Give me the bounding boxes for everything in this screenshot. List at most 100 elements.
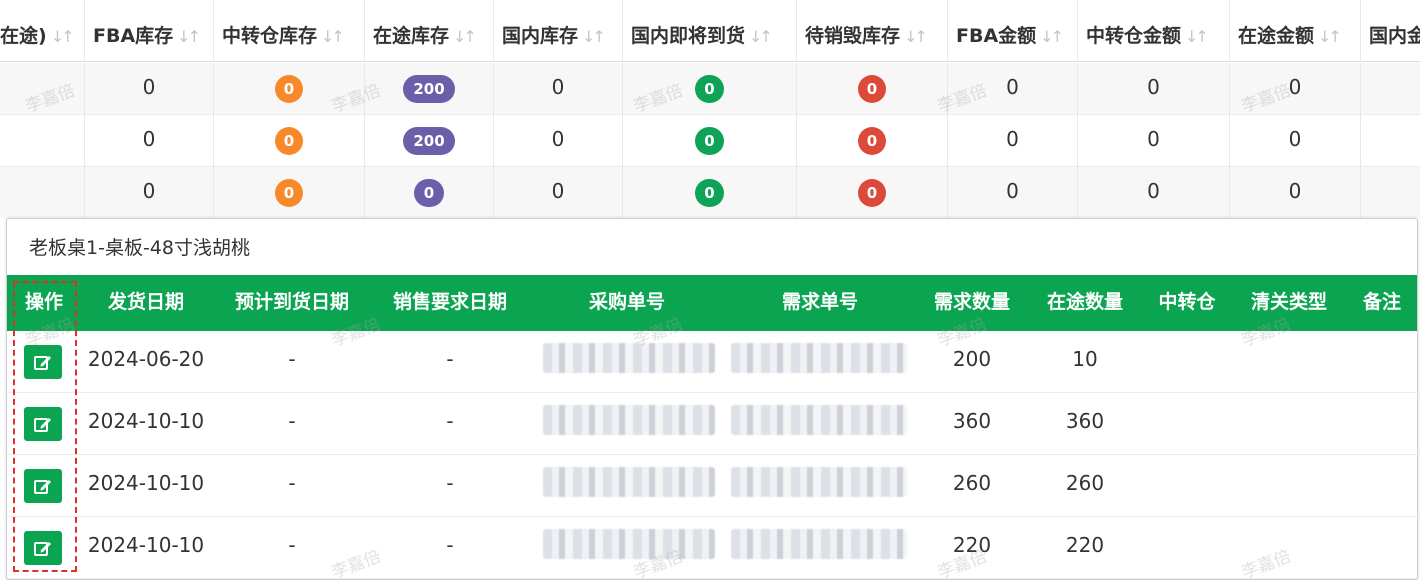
edit-button[interactable]	[24, 531, 62, 565]
col-header-transit-wh-amount[interactable]: 中转仓金额 ↓↑	[1078, 0, 1230, 62]
status-badge[interactable]: 0	[413, 178, 445, 207]
in-transit-stock-cell: 200	[365, 63, 494, 115]
transit-wh-amount-cell: 0	[1078, 63, 1230, 115]
transit-wh-stock-cell: 0	[214, 167, 365, 218]
demand-number-redacted	[731, 529, 907, 559]
transit-qty-cell: 10	[1072, 347, 1098, 371]
po-number-redacted	[543, 343, 715, 373]
col-header-transit-wh-stock[interactable]: 中转仓库存 ↓↑	[214, 0, 365, 62]
status-badge[interactable]: 0	[857, 178, 887, 207]
col-header-incoming-stock[interactable]: 国内即将到货 ↓↑	[623, 0, 797, 62]
sort-icon[interactable]: ↓↑	[1185, 1, 1209, 62]
col-header-ship-date: 发货日期	[107, 291, 184, 313]
table-row: 0 0 0 0 0 0 0 0 0	[0, 167, 1420, 218]
status-badge[interactable]: 0	[274, 74, 304, 103]
eta-cell: -	[288, 533, 296, 557]
col-header-in-transit-amount[interactable]: 在途金额 ↓↑	[1230, 0, 1361, 62]
po-number-redacted	[543, 529, 715, 559]
col-header-in-transit-partial[interactable]: 在途) ↓↑	[0, 0, 85, 62]
in-transit-amount-cell: 0	[1230, 63, 1361, 115]
table-row: 2024-10-10 - - 360 360	[7, 393, 1417, 455]
status-badge[interactable]: 0	[857, 74, 887, 103]
fba-stock-cell: 0	[85, 115, 214, 167]
fba-amount-cell: 0	[948, 115, 1078, 167]
sales-date-cell: -	[446, 409, 454, 433]
edit-button[interactable]	[24, 345, 62, 379]
col-header-fba-stock[interactable]: FBA库存 ↓↑	[85, 0, 214, 62]
sort-icon[interactable]: ↓↑	[1318, 1, 1342, 62]
col-header-domestic-stock[interactable]: 国内库存 ↓↑	[494, 0, 623, 62]
table-row: 2024-10-10 - - 260 260	[7, 455, 1417, 517]
eta-cell: -	[288, 347, 296, 371]
ship-date-cell: 2024-10-10	[87, 409, 205, 433]
col-header-sales-date: 销售要求日期	[392, 291, 507, 313]
demand-qty-cell: 220	[952, 533, 992, 557]
table-row: 0 0 200 0 0 0 0 0 0	[0, 115, 1420, 167]
po-number-redacted	[543, 405, 715, 435]
table-row: 0 0 200 0 0 0 0 0 0	[0, 63, 1420, 115]
ship-date-cell: 2024-10-10	[87, 471, 205, 495]
domestic-stock-cell: 0	[494, 63, 623, 115]
to-destroy-stock-cell: 0	[797, 115, 948, 167]
eta-cell: -	[288, 409, 296, 433]
sort-icon[interactable]: ↓↑	[177, 1, 201, 62]
sales-date-cell: -	[446, 347, 454, 371]
demand-qty-cell: 200	[952, 347, 992, 371]
transit-qty-cell: 220	[1065, 533, 1105, 557]
table-row: 2024-06-20 - - 200 10	[7, 331, 1417, 393]
transit-wh-stock-cell: 0	[214, 63, 365, 115]
incoming-stock-cell: 0	[623, 167, 797, 218]
fba-amount-cell: 0	[948, 63, 1078, 115]
status-badge[interactable]: 0	[274, 178, 304, 207]
status-badge[interactable]: 0	[695, 126, 724, 155]
sort-icon[interactable]: ↓↑	[1040, 1, 1064, 62]
po-number-redacted	[543, 467, 715, 497]
edit-icon	[34, 418, 51, 432]
status-badge[interactable]: 200	[403, 74, 455, 103]
edit-button[interactable]	[24, 469, 62, 503]
sort-icon[interactable]: ↓↑	[749, 1, 773, 62]
demand-number-redacted	[731, 467, 907, 497]
status-badge[interactable]: 0	[695, 178, 724, 207]
sort-icon[interactable]: ↓↑	[51, 1, 75, 62]
col-header-fba-amount[interactable]: FBA金额 ↓↑	[948, 0, 1078, 62]
col-header-transit-wh: 中转仓	[1158, 291, 1216, 313]
col-header-action: 操作	[24, 291, 63, 313]
col-header-in-transit-stock[interactable]: 在途库存 ↓↑	[365, 0, 494, 62]
incoming-stock-cell: 0	[623, 63, 797, 115]
inventory-table: 在途) ↓↑ FBA库存 ↓↑ 中转仓库存 ↓↑ 在途库存 ↓↑ 国内库存 ↓↑ 国内即将…	[0, 0, 1420, 218]
domestic-stock-cell: 0	[494, 167, 623, 218]
col-header-to-destroy-stock[interactable]: 待销毁库存 ↓↑	[797, 0, 948, 62]
domestic-stock-cell: 0	[494, 115, 623, 167]
col-header-transit-qty: 在途数量	[1046, 291, 1123, 313]
fba-amount-cell: 0	[948, 167, 1078, 218]
col-header-po-number: 采购单号	[588, 291, 665, 313]
status-badge[interactable]: 0	[857, 126, 887, 155]
panel-title: 老板桌1-桌板-48寸浅胡桃	[29, 237, 250, 259]
edit-button[interactable]	[24, 407, 62, 441]
transit-wh-amount-cell: 0	[1078, 115, 1230, 167]
demand-qty-cell: 360	[952, 409, 992, 433]
demand-number-redacted	[731, 405, 907, 435]
in-transit-stock-cell: 200	[365, 115, 494, 167]
col-header-eta: 预计到货日期	[234, 291, 349, 313]
sort-icon[interactable]: ↓↑	[904, 1, 928, 62]
col-header-remark: 备注	[1362, 291, 1401, 313]
col-header-demand-number: 需求单号	[781, 291, 858, 313]
inventory-header: 在途) ↓↑ FBA库存 ↓↑ 中转仓库存 ↓↑ 在途库存 ↓↑ 国内库存 ↓↑ 国内即将…	[0, 0, 1420, 62]
edit-icon	[34, 542, 51, 556]
sort-icon[interactable]: ↓↑	[453, 1, 477, 62]
sort-icon[interactable]: ↓↑	[321, 1, 345, 62]
fba-stock-cell: 0	[85, 167, 214, 218]
status-badge[interactable]: 0	[274, 126, 304, 155]
status-badge[interactable]: 0	[695, 74, 724, 103]
fba-stock-cell: 0	[85, 63, 214, 115]
sort-icon[interactable]: ↓↑	[582, 1, 606, 62]
ship-date-cell: 2024-06-20	[87, 347, 205, 371]
col-header-domestic-amount-partial[interactable]: 国内金	[1361, 0, 1420, 62]
edit-icon	[34, 356, 51, 370]
in-transit-amount-cell: 0	[1230, 115, 1361, 167]
status-badge[interactable]: 200	[403, 126, 455, 155]
incoming-stock-cell: 0	[623, 115, 797, 167]
detail-panel: 老板桌1-桌板-48寸浅胡桃 操作 发货日期 预计到货日期 销售要求日期 采购单…	[6, 218, 1418, 580]
